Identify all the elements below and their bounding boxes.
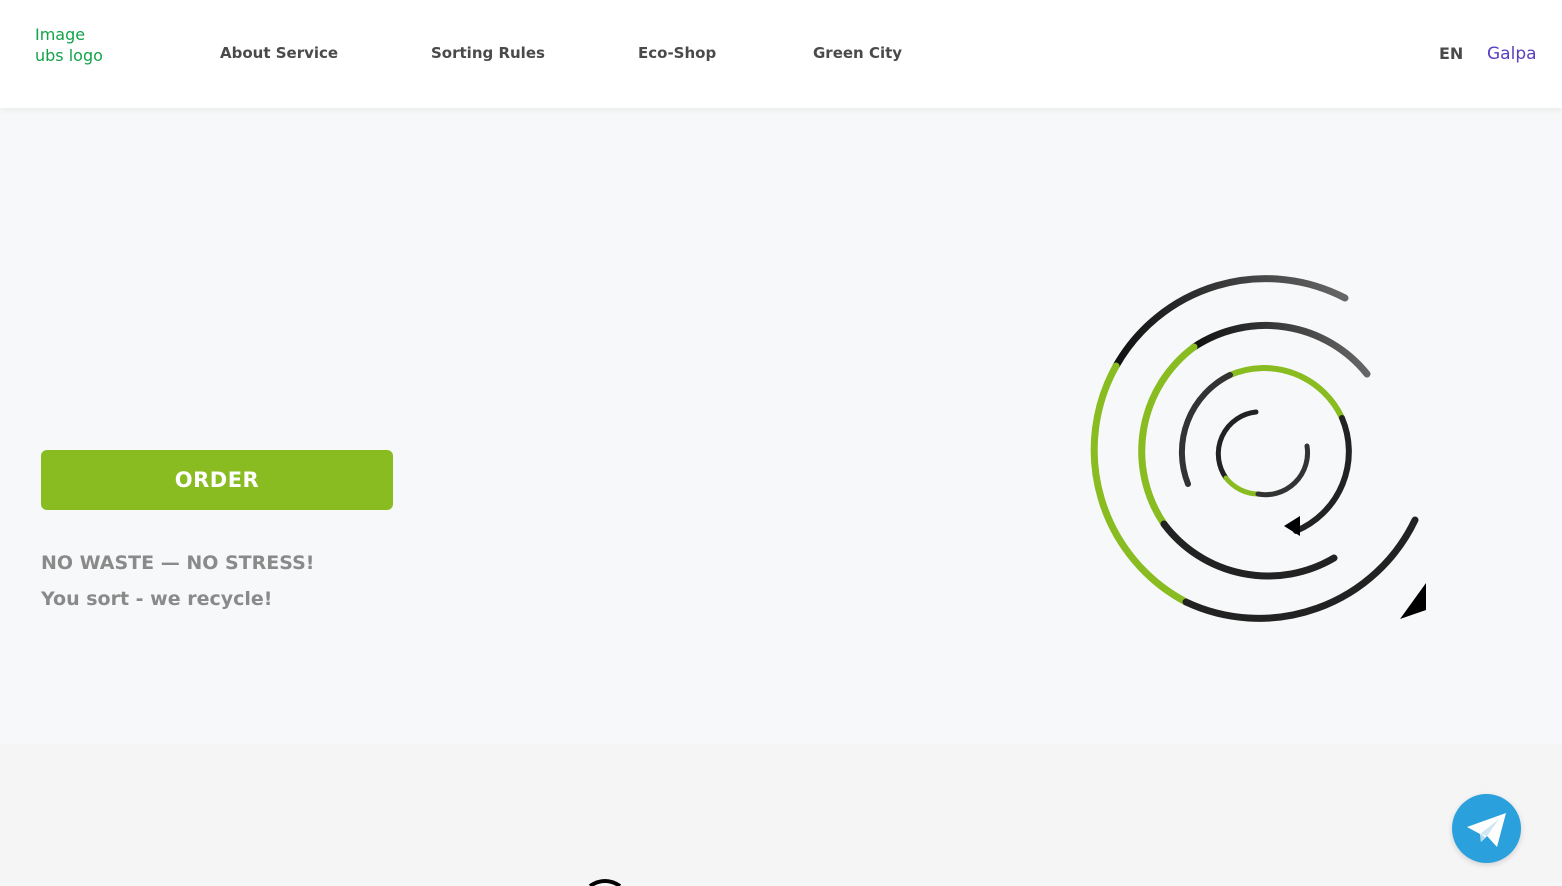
logo-alt-text-line2: ubs logo <box>35 46 103 65</box>
nav-about-service[interactable]: About Service <box>220 44 338 62</box>
hero-section: ORDER NO WASTE — NO STRESS! You sort - w… <box>0 108 1562 744</box>
nav-eco-shop[interactable]: Eco-Shop <box>638 44 716 62</box>
slogan-headline: NO WASTE — NO STRESS! <box>41 552 315 574</box>
ubs-logo[interactable]: Image ubs logo <box>35 24 103 66</box>
user-menu[interactable]: Galpa <box>1487 44 1537 64</box>
telegram-icon <box>1467 813 1506 847</box>
lower-section <box>0 744 1562 886</box>
nav-green-city[interactable]: Green City <box>813 44 902 62</box>
partial-arc-graphic <box>588 879 622 886</box>
logo-alt-text-line1: Image <box>35 25 86 44</box>
telegram-button[interactable] <box>1452 794 1521 863</box>
language-switcher[interactable]: EN <box>1439 44 1463 63</box>
recycle-spiral-icon <box>1090 275 1426 622</box>
order-button[interactable]: ORDER <box>41 450 393 510</box>
slogan-subline: You sort - we recycle! <box>41 588 273 610</box>
nav-sorting-rules[interactable]: Sorting Rules <box>431 44 545 62</box>
site-header: Image ubs logo About Service Sorting Rul… <box>0 0 1562 108</box>
